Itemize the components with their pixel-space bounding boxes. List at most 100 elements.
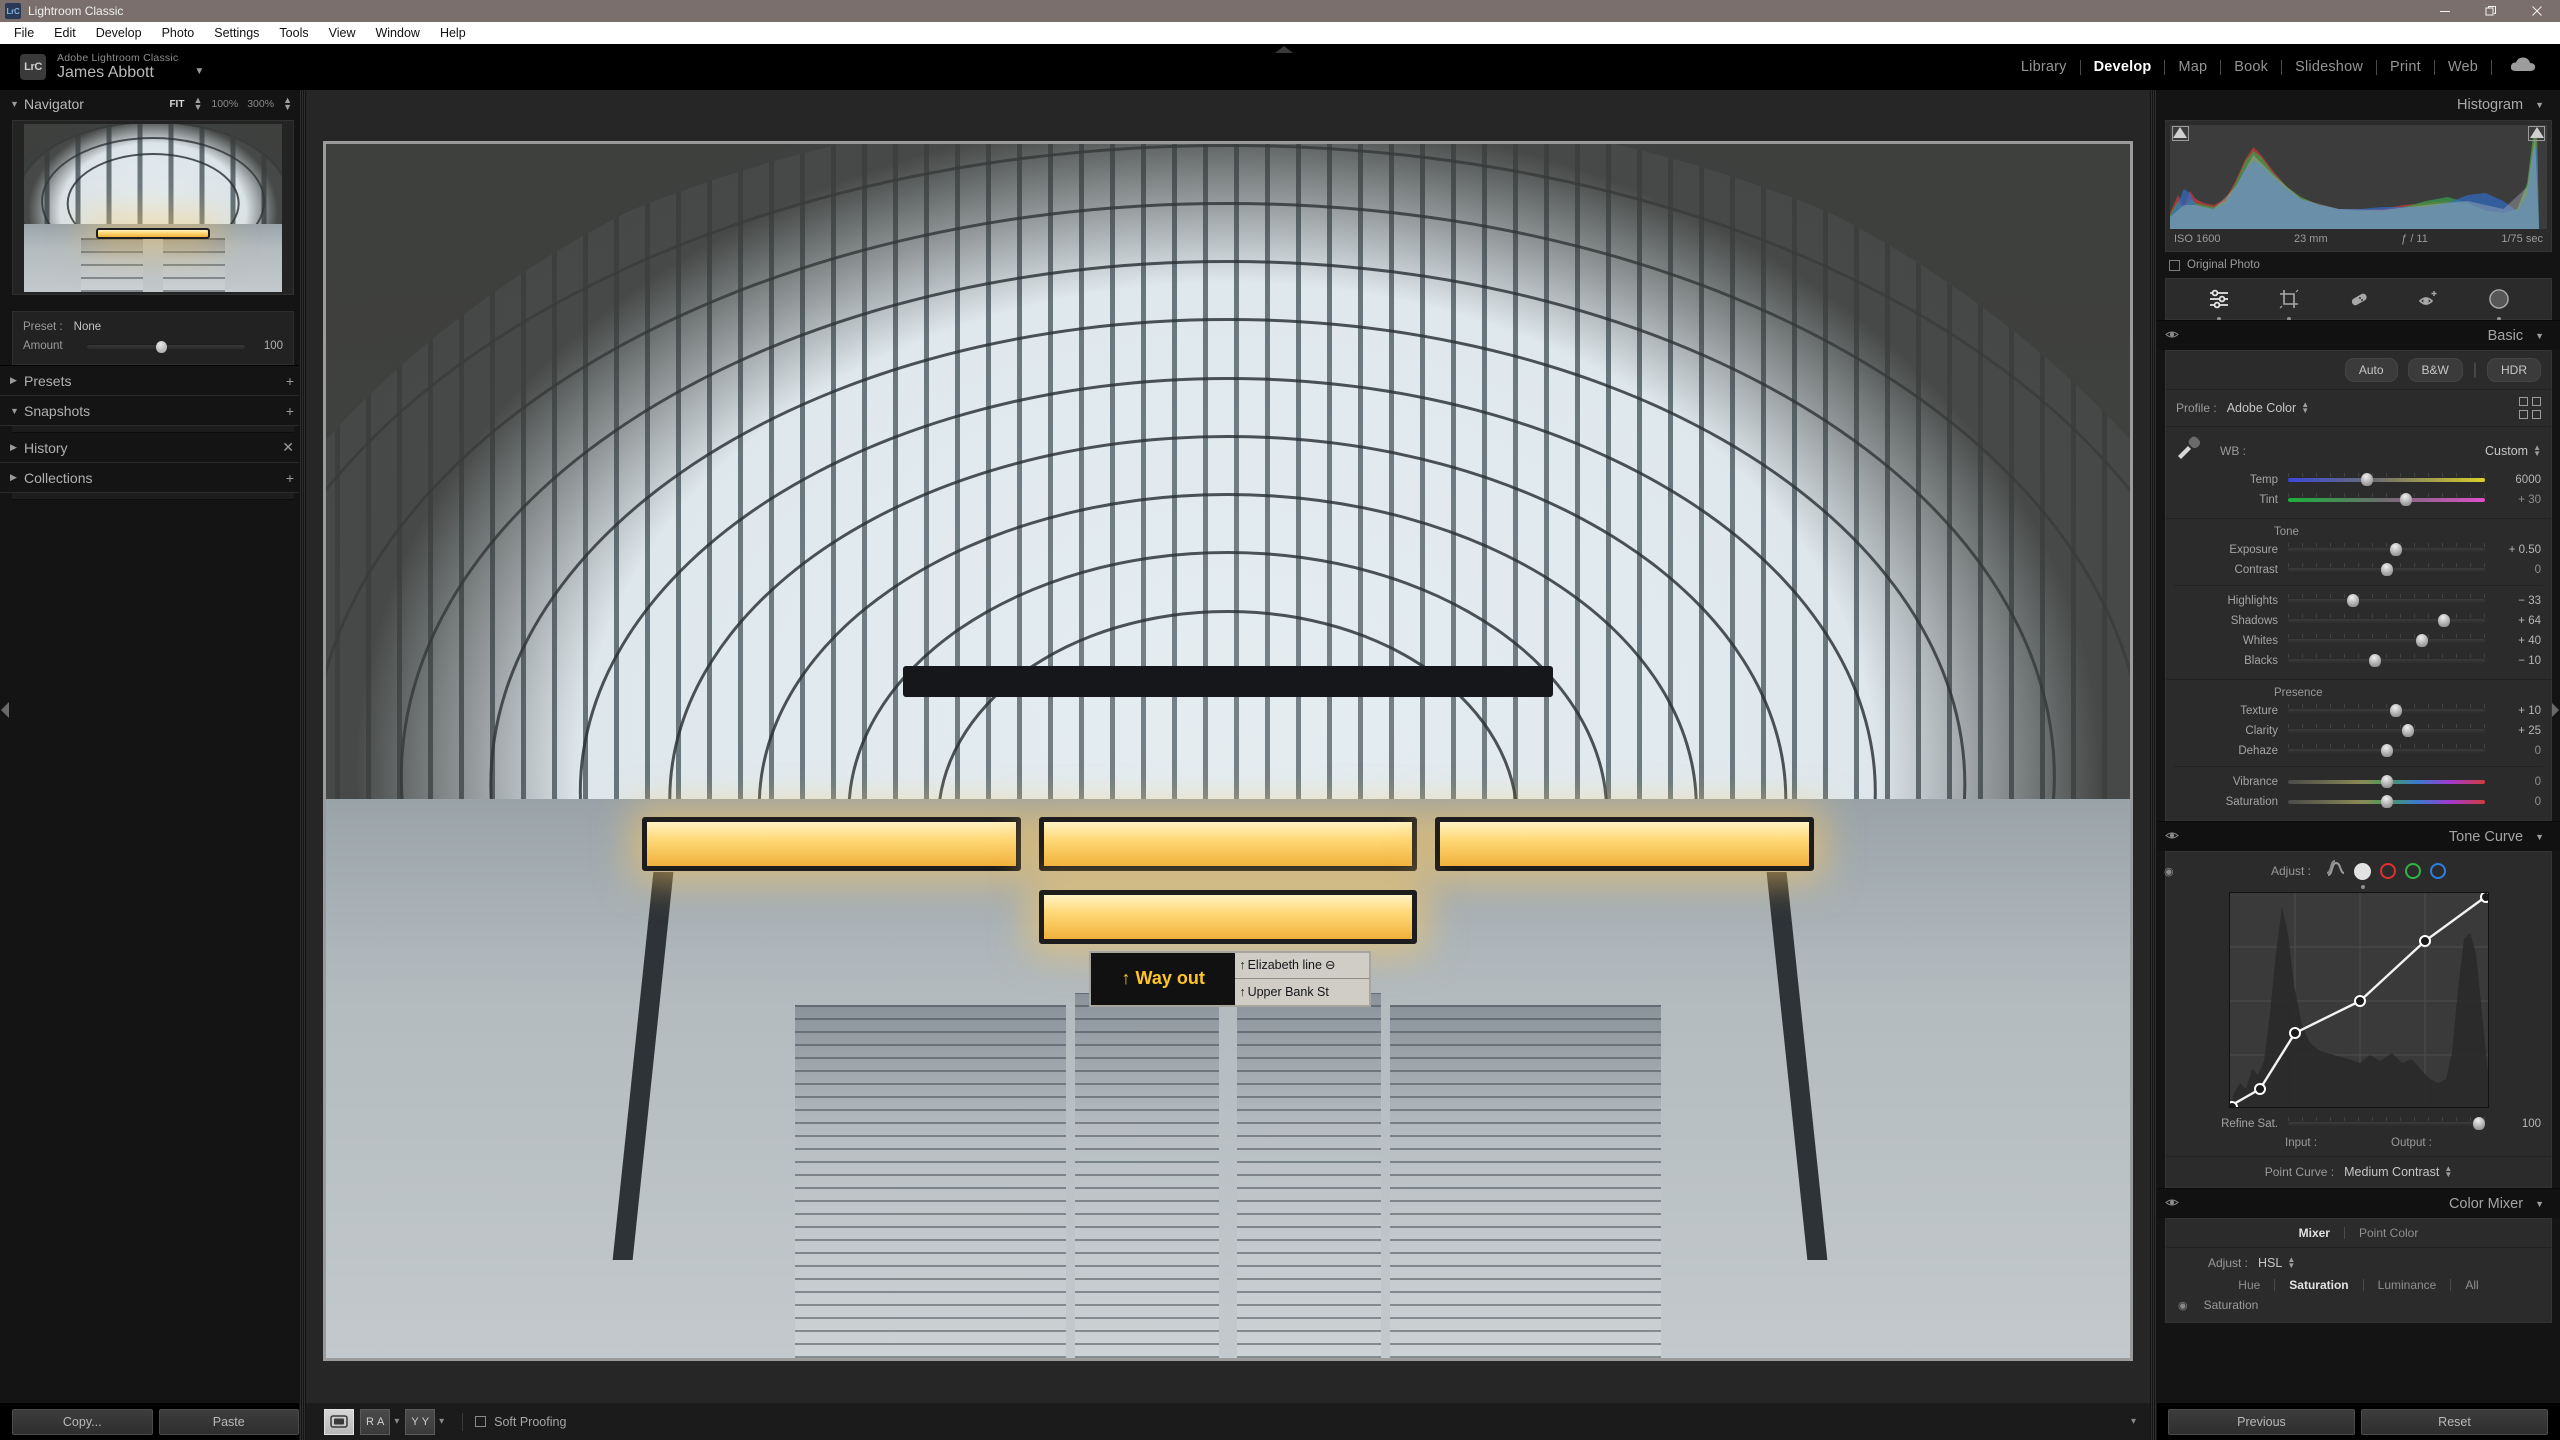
slider-saturation[interactable]: Saturation 0	[2166, 792, 2551, 812]
dehaze-knob[interactable]	[2380, 744, 2393, 757]
module-book[interactable]: Book	[2221, 59, 2281, 75]
module-develop[interactable]: Develop	[2081, 59, 2165, 75]
contrast-track[interactable]	[2288, 563, 2485, 576]
slider-exposure[interactable]: Exposure + 0.50	[2166, 540, 2551, 560]
restore-icon[interactable]	[2468, 0, 2514, 22]
clear-history-icon[interactable]: ✕	[282, 439, 294, 456]
histogram-header[interactable]: Histogram ▼	[2157, 90, 2560, 120]
sidebar-item-collections[interactable]: ▶ Collections +	[0, 463, 306, 493]
collections-twisty[interactable]: ▶	[10, 472, 24, 483]
highlights-knob[interactable]	[2347, 594, 2359, 607]
module-print[interactable]: Print	[2377, 59, 2434, 75]
auto-button[interactable]: Auto	[2344, 358, 2398, 382]
slider-shadows[interactable]: Shadows + 64	[2166, 611, 2551, 631]
whites-knob[interactable]	[2415, 634, 2428, 647]
slider-highlights[interactable]: Highlights − 33	[2166, 591, 2551, 611]
add-preset-icon[interactable]: +	[286, 373, 294, 389]
module-library[interactable]: Library	[2008, 59, 2080, 75]
blacks-track[interactable]	[2288, 654, 2485, 667]
navigator-preview[interactable]	[12, 120, 294, 295]
slider-dehaze[interactable]: Dehaze 0	[2166, 741, 2551, 761]
point-curve-value[interactable]: Medium Contrast	[2344, 1165, 2439, 1179]
zoom-fit[interactable]: FIT	[169, 99, 184, 110]
module-slideshow[interactable]: Slideshow	[2282, 59, 2376, 75]
slider-temp[interactable]: Temp 6000	[2166, 470, 2551, 490]
tint-knob[interactable]	[2400, 493, 2413, 506]
panel-visibility-icon[interactable]	[2165, 1197, 2179, 1210]
copy-button[interactable]: Copy...	[12, 1408, 153, 1435]
saturation-knob[interactable]	[2380, 795, 2393, 808]
before-after-icon[interactable]: R A	[360, 1408, 391, 1435]
edit-sliders-icon[interactable]	[2206, 286, 2232, 321]
blacks-knob[interactable]	[2368, 654, 2381, 667]
sidebar-item-history[interactable]: ▶ History ✕	[0, 433, 306, 463]
zoom-100[interactable]: 100%	[211, 98, 238, 110]
texture-knob[interactable]	[2390, 704, 2403, 717]
original-photo-checkbox[interactable]	[2169, 259, 2180, 271]
panel-visibility-icon[interactable]	[2165, 830, 2179, 843]
menu-help[interactable]: Help	[430, 22, 476, 44]
masking-icon[interactable]	[2486, 286, 2512, 321]
reset-button[interactable]: Reset	[2361, 1408, 2548, 1435]
refine-sat-track[interactable]	[2288, 1117, 2486, 1130]
menu-photo[interactable]: Photo	[152, 22, 205, 44]
navigator-header[interactable]: ▼ Navigator FIT ▲ ▼ 100% 300% ▲ ▼	[0, 90, 306, 118]
sidebar-item-presets[interactable]: ▶ Presets +	[0, 366, 306, 396]
histogram-graph[interactable]	[2170, 125, 2547, 229]
menu-develop[interactable]: Develop	[86, 22, 152, 44]
profile-browser-icon[interactable]	[2519, 397, 2541, 419]
saturation-track[interactable]	[2288, 795, 2485, 808]
previous-button[interactable]: Previous	[2168, 1408, 2355, 1435]
sub-tab-saturation[interactable]: Saturation	[2275, 1278, 2362, 1292]
photo-preview[interactable]: ↑ Way out ↑ Elizabeth line ⊖ ↑ Upper Ban…	[326, 143, 2130, 1358]
zoom-level-stepper[interactable]: ▲ ▼	[283, 96, 292, 112]
hdr-button[interactable]: HDR	[2487, 358, 2541, 382]
refine-sat-knob[interactable]	[2473, 1117, 2486, 1130]
green-channel-icon[interactable]	[2405, 863, 2422, 879]
crop-overlay-icon[interactable]	[2276, 286, 2302, 321]
menu-file[interactable]: File	[4, 22, 44, 44]
dehaze-track[interactable]	[2288, 744, 2485, 757]
slider-vibrance[interactable]: Vibrance 0	[2166, 772, 2551, 792]
whites-track[interactable]	[2288, 634, 2485, 647]
chevron-down-icon[interactable]: ▼	[194, 66, 204, 77]
zoom-300[interactable]: 300%	[247, 98, 274, 110]
menu-view[interactable]: View	[319, 22, 366, 44]
before-after-dropdown-icon[interactable]: ▾	[394, 1416, 399, 1427]
paste-button[interactable]: Paste	[158, 1408, 299, 1435]
left-panel-bottom-grip[interactable]	[299, 1403, 306, 1440]
left-panel-hide-arrow[interactable]	[1, 702, 9, 718]
temp-track[interactable]	[2288, 473, 2485, 486]
split-view-dropdown-icon[interactable]: ▾	[439, 1416, 444, 1427]
menu-window[interactable]: Window	[365, 22, 429, 44]
chevron-down-icon[interactable]: ▼	[2535, 331, 2544, 341]
amount-slider[interactable]	[87, 340, 245, 353]
module-web[interactable]: Web	[2435, 59, 2491, 75]
slider-blacks[interactable]: Blacks − 10	[2166, 651, 2551, 671]
wb-stepper-icon[interactable]: ▲ ▼	[2533, 443, 2541, 457]
chevron-down-icon[interactable]: ▼	[2535, 832, 2544, 842]
slider-texture[interactable]: Texture + 10	[2166, 701, 2551, 721]
close-icon[interactable]	[2514, 0, 2560, 22]
profile-value[interactable]: Adobe Color	[2227, 401, 2297, 415]
tab-point-color[interactable]: Point Color	[2345, 1226, 2432, 1240]
red-channel-icon[interactable]	[2380, 863, 2397, 879]
history-twisty[interactable]: ▶	[10, 442, 24, 453]
profile-stepper-icon[interactable]: ▲ ▼	[2301, 401, 2309, 415]
blue-channel-icon[interactable]	[2430, 863, 2447, 879]
healing-brush-icon[interactable]	[2346, 286, 2372, 312]
bw-button[interactable]: B&W	[2407, 358, 2463, 382]
clarity-track[interactable]	[2288, 724, 2485, 737]
chevron-down-icon[interactable]: ▼	[2535, 100, 2544, 110]
soft-proofing-checkbox[interactable]	[475, 1416, 487, 1427]
targeted-adjustment-icon[interactable]: ◉	[2178, 1299, 2188, 1312]
point-curve-stepper-icon[interactable]: ▲ ▼	[2444, 1165, 2452, 1179]
tint-track[interactable]	[2288, 493, 2485, 506]
temp-knob[interactable]	[2360, 473, 2373, 486]
split-view-icon[interactable]: Y Y	[405, 1408, 436, 1435]
add-collection-icon[interactable]: +	[286, 470, 294, 486]
left-panel-resize-grip[interactable]	[299, 90, 306, 1403]
slider-tint[interactable]: Tint + 30	[2166, 490, 2551, 510]
highlights-track[interactable]	[2288, 594, 2485, 607]
texture-track[interactable]	[2288, 704, 2485, 717]
